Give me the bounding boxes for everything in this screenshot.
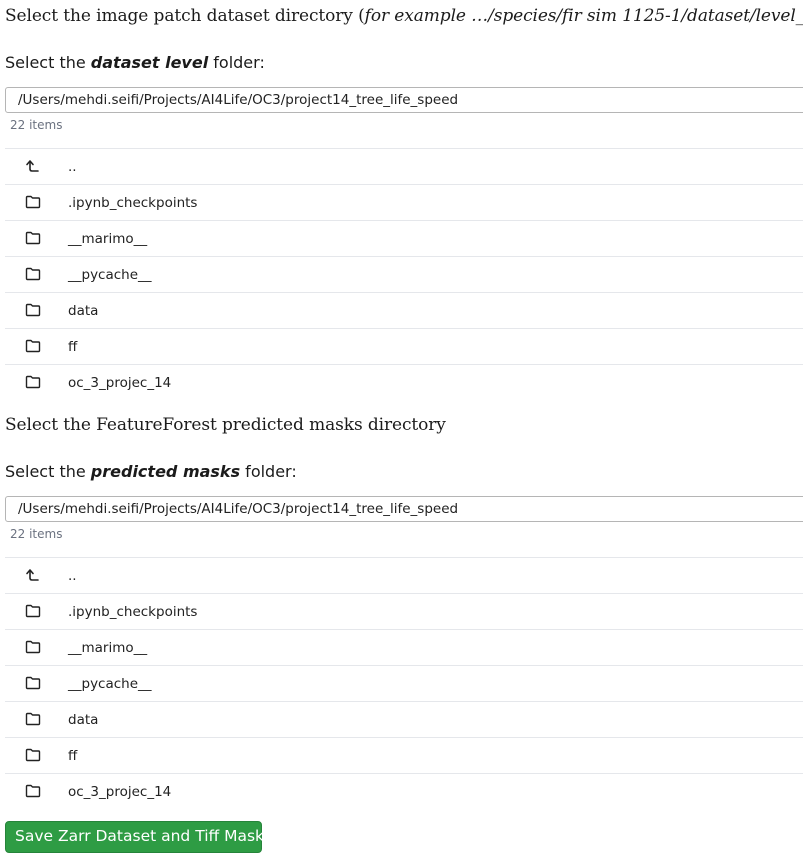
file-list-item[interactable]: __pycache__ (5, 666, 803, 702)
masks-file-list[interactable]: .. .ipynb_checkpoints __marimo__ __pycache_… (5, 557, 803, 803)
label-prefix: Select the (5, 53, 91, 72)
file-list-item-label: .ipynb_checkpoints (68, 604, 198, 620)
file-list-item-label: __pycache__ (68, 267, 152, 283)
masks-path-input[interactable]: /Users/mehdi.seifi/Projects/AI4Life/OC3/… (5, 496, 803, 522)
file-list-item[interactable]: data (5, 293, 803, 329)
folder-icon (25, 747, 41, 763)
file-list-item[interactable]: .ipynb_checkpoints (5, 185, 803, 221)
file-list-item[interactable]: ff (5, 329, 803, 365)
file-list-item-label: ff (68, 339, 78, 355)
file-list-item[interactable]: data (5, 702, 803, 738)
masks-label: Select the predicted masks folder: (5, 462, 297, 481)
file-list-item-label: .ipynb_checkpoints (68, 195, 198, 211)
file-list-item-label: .. (68, 159, 77, 175)
file-list-item-label: data (68, 712, 99, 728)
label-prefix: Select the (5, 462, 91, 481)
file-list-item[interactable]: oc_3_projec_14 (5, 774, 803, 803)
file-list-item[interactable]: __pycache__ (5, 257, 803, 293)
folder-icon (25, 639, 41, 655)
folder-icon (25, 266, 41, 282)
file-list-item-label: __marimo__ (68, 231, 148, 247)
dataset-item-count: 22 items (10, 118, 63, 132)
file-list-item-label: .. (68, 568, 77, 584)
label-suffix: folder: (240, 462, 297, 481)
dataset-path-input[interactable]: /Users/mehdi.seifi/Projects/AI4Life/OC3/… (5, 87, 803, 113)
masks-directory-title: Select the FeatureForest predicted masks… (5, 415, 446, 435)
folder-icon (25, 603, 41, 619)
folder-icon (25, 783, 41, 799)
file-list-item-label: __marimo__ (68, 640, 148, 656)
file-list-item[interactable]: __marimo__ (5, 221, 803, 257)
dataset-level-label: Select the dataset level folder: (5, 53, 265, 72)
folder-icon (25, 302, 41, 318)
file-list-item-label: data (68, 303, 99, 319)
label-emphasis: dataset level (90, 53, 209, 72)
folder-icon (25, 711, 41, 727)
label-suffix: folder: (208, 53, 265, 72)
folder-icon (25, 230, 41, 246)
file-list-item[interactable]: ff (5, 738, 803, 774)
masks-item-count: 22 items (10, 527, 63, 541)
file-list-item[interactable]: .ipynb_checkpoints (5, 594, 803, 630)
file-list-item[interactable]: oc_3_projec_14 (5, 365, 803, 394)
title-prefix: Select the image patch dataset directory… (5, 6, 365, 26)
file-list-item-label: ff (68, 748, 78, 764)
folder-icon (25, 675, 41, 691)
save-zarr-button[interactable]: Save Zarr Dataset and Tiff Mask (5, 821, 264, 853)
file-list-item[interactable]: .. (5, 149, 803, 185)
file-list-item[interactable]: .. (5, 558, 803, 594)
parent-directory-icon (25, 567, 41, 583)
folder-icon (25, 194, 41, 210)
dataset-file-list[interactable]: .. .ipynb_checkpoints __marimo__ __pycache_… (5, 148, 803, 394)
dataset-directory-title: Select the image patch dataset directory… (5, 6, 803, 26)
file-list-item-label: oc_3_projec_14 (68, 784, 172, 800)
parent-directory-icon (25, 158, 41, 174)
file-list-item[interactable]: __marimo__ (5, 630, 803, 666)
label-emphasis: predicted masks (90, 462, 241, 481)
title-example: for example …/species/fir sim 1125-1/dat… (364, 6, 803, 26)
folder-icon (25, 374, 41, 390)
folder-icon (25, 338, 41, 354)
file-list-item-label: oc_3_projec_14 (68, 375, 172, 391)
file-list-item-label: __pycache__ (68, 676, 152, 692)
